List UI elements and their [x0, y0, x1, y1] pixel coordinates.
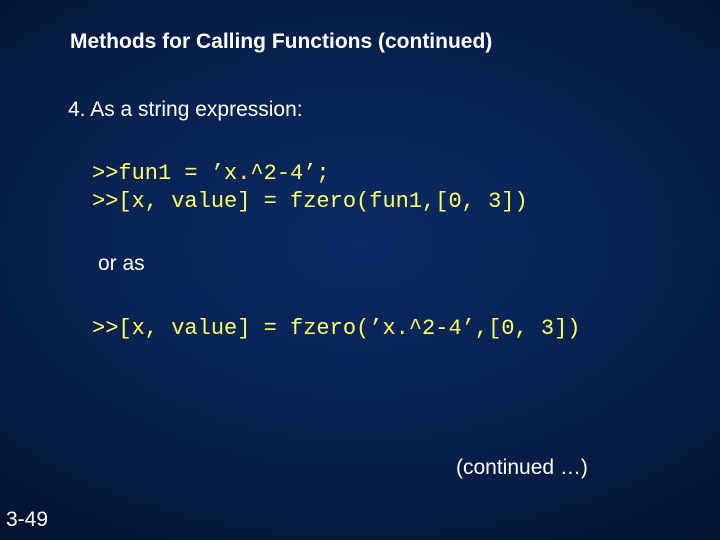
code-block-2: >>[x, value] = fzero(’x.^2-4’,[0, 3]) [92, 316, 580, 341]
code-line: >>fun1 = ’x.^2-4’; [92, 161, 330, 186]
code-block-1: >>fun1 = ’x.^2-4’; >>[x, value] = fzero(… [92, 160, 528, 215]
list-item-4: 4. As a string expression: [68, 98, 303, 122]
slide-title: Methods for Calling Functions (continued… [70, 30, 492, 54]
code-line: >>[x, value] = fzero(fun1,[0, 3]) [92, 189, 528, 214]
page-number: 3-49 [6, 508, 48, 532]
slide: Methods for Calling Functions (continued… [0, 0, 720, 540]
continued-label: (continued …) [456, 456, 588, 480]
or-as-label: or as [98, 252, 145, 276]
